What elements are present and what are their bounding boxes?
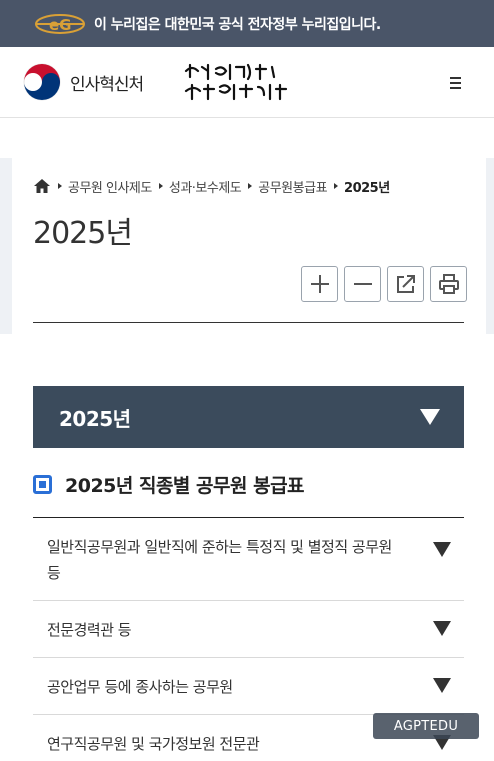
gov-official-banner: eG 이 누리집은 대한민국 공식 전자정부 누리집입니다.: [0, 0, 494, 47]
slogan-handwriting-icon: [184, 63, 288, 101]
plus-icon: [310, 275, 329, 293]
watermark-label: AGPTEDU: [373, 713, 479, 739]
svg-text:eG: eG: [49, 16, 72, 34]
title-divider: [33, 322, 464, 323]
breadcrumb-item-current: 2025년: [344, 180, 390, 196]
hamburger-menu-icon[interactable]: [444, 71, 466, 95]
org-home-link[interactable]: 인사혁신처: [22, 62, 144, 102]
breadcrumb: 공무원 인사제도 성과·보수제도 공무원봉급표 2025년: [33, 176, 390, 196]
breadcrumb-item-pay-table[interactable]: 공무원봉급표: [258, 177, 327, 196]
share-button[interactable]: [387, 266, 424, 302]
triangle-down-icon: [433, 542, 451, 557]
minus-icon: [353, 283, 372, 285]
list-item-general-service[interactable]: 일반직공무원과 일반직에 준하는 특정직 및 별정직 공무원 등: [33, 518, 464, 601]
breadcrumb-separator-icon: [158, 183, 163, 189]
square-bullet-icon: [33, 475, 52, 494]
side-panel-left: [0, 158, 12, 334]
zoom-out-button[interactable]: [344, 266, 381, 302]
section-title: 2025년 직종별 공무원 봉급표: [65, 475, 305, 497]
triangle-down-icon: [433, 621, 451, 636]
breadcrumb-separator-icon: [248, 183, 253, 189]
gov-banner-text: 이 누리집은 대한민국 공식 전자정부 누리집입니다.: [94, 16, 381, 33]
year-accordion-toggle[interactable]: 2025년: [33, 386, 464, 448]
triangle-down-icon: [420, 409, 440, 425]
accordion-title: 2025년: [59, 406, 131, 431]
breadcrumb-item-hr-system[interactable]: 공무원 인사제도: [68, 177, 152, 196]
list-item-professional-career[interactable]: 전문경력관 등: [33, 601, 464, 658]
page-tools: [301, 266, 467, 302]
list-item-public-security[interactable]: 공안업무 등에 종사하는 공무원: [33, 658, 464, 715]
list-item-label: 공안업무 등에 종사하는 공무원: [47, 678, 233, 696]
breadcrumb-separator-icon: [334, 183, 339, 189]
egovernment-logo-icon: eG: [34, 12, 86, 36]
section-heading: 2025년 직종별 공무원 봉급표: [33, 471, 305, 498]
taegeuk-emblem-icon: [23, 63, 61, 101]
zoom-in-button[interactable]: [301, 266, 338, 302]
org-name: 인사혁신처: [70, 74, 144, 95]
triangle-down-icon: [433, 678, 451, 693]
breadcrumb-separator-icon: [58, 183, 62, 189]
side-panel-right: [486, 158, 494, 334]
share-icon: [396, 275, 415, 293]
list-item-label: 전문경력관 등: [47, 621, 132, 639]
page-title: 2025년: [33, 216, 133, 251]
print-button[interactable]: [430, 266, 467, 302]
list-item-label: 일반직공무원과 일반직에 준하는 특정직 및 별정직 공무원 등: [47, 538, 392, 582]
site-header: 인사혁신처: [0, 47, 494, 118]
printer-icon: [438, 274, 459, 294]
breadcrumb-item-performance-pay[interactable]: 성과·보수제도: [169, 177, 242, 196]
list-item-label: 연구직공무원 및 국가정보원 전문관: [47, 735, 260, 753]
home-icon[interactable]: [33, 178, 51, 194]
